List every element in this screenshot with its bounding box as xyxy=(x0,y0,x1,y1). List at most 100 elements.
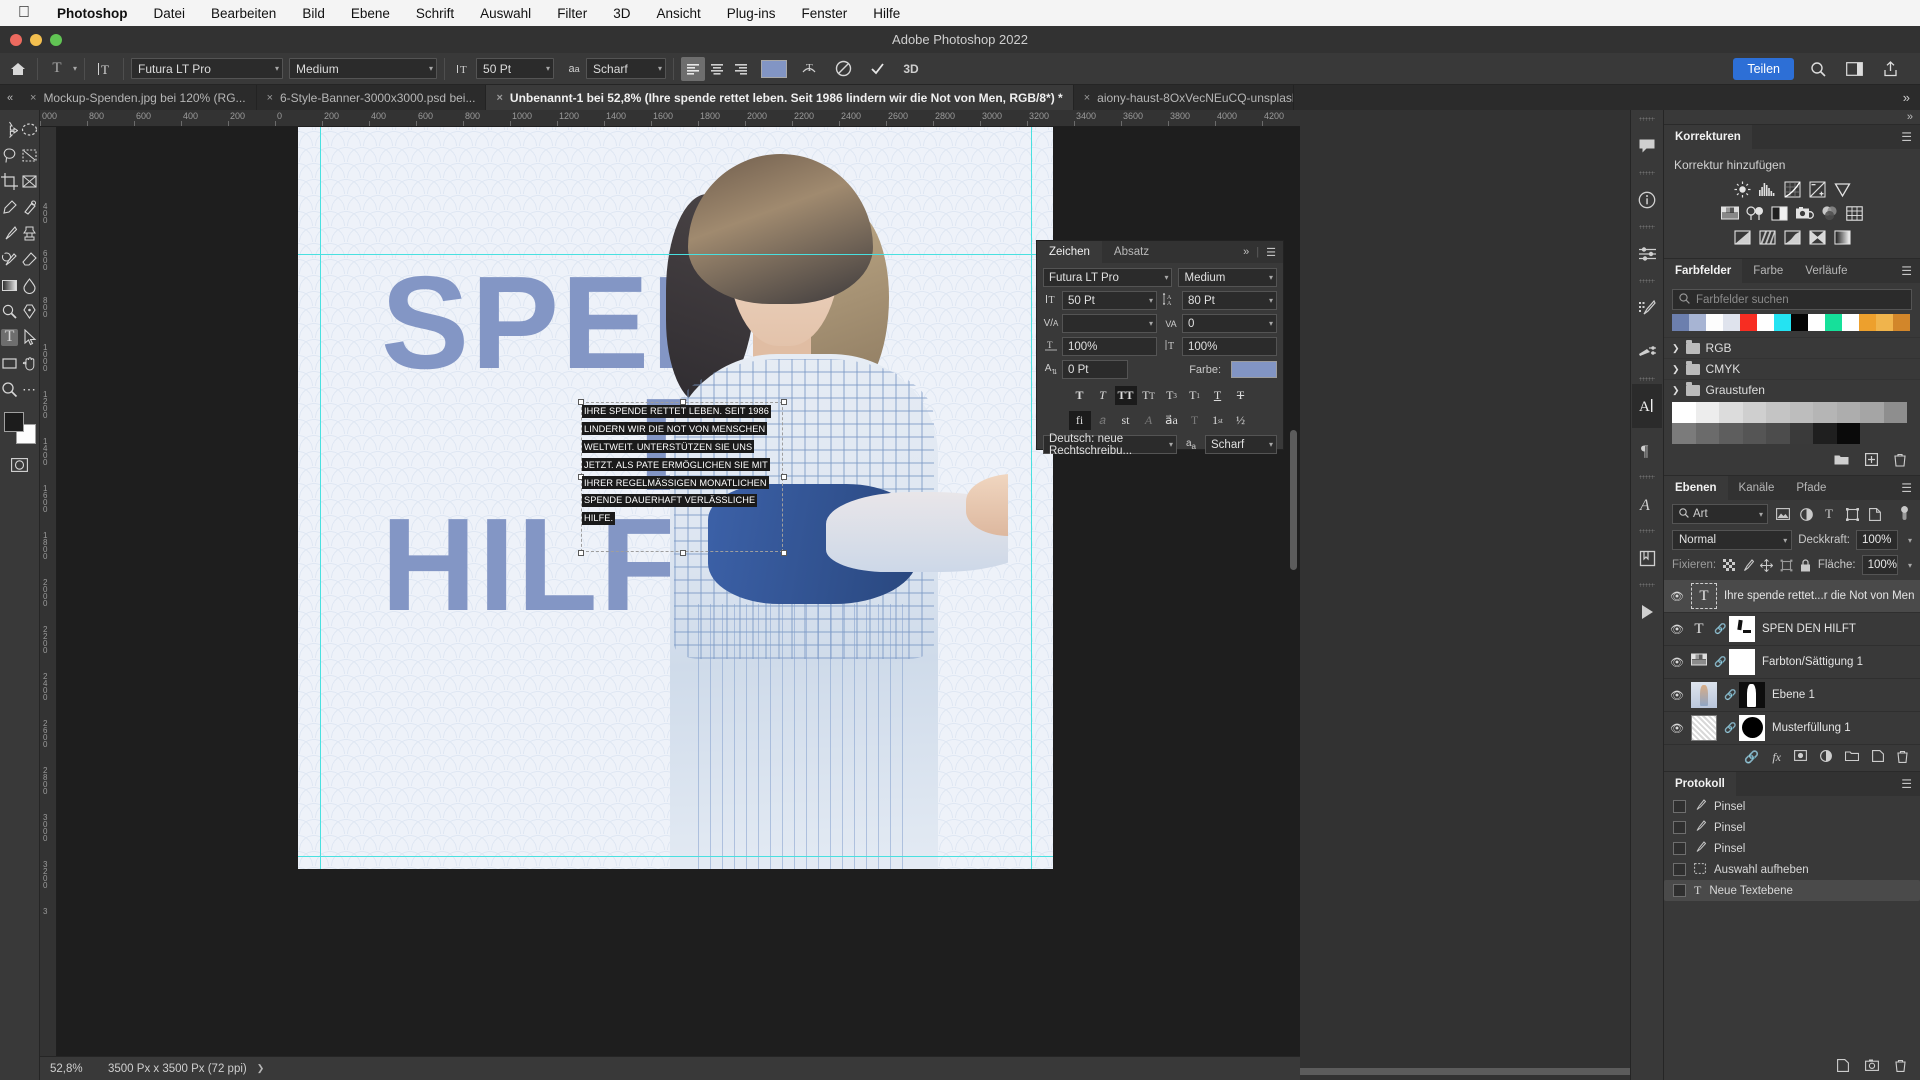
delete-layer-icon[interactable] xyxy=(1897,750,1908,766)
close-icon[interactable]: × xyxy=(1084,92,1090,104)
history-snapshot-box[interactable] xyxy=(1673,821,1686,834)
rail-grip[interactable] xyxy=(1639,377,1655,381)
eraser-tool[interactable] xyxy=(21,251,38,268)
new-group-icon[interactable] xyxy=(1844,750,1860,766)
menu-3d[interactable]: 3D xyxy=(600,6,643,21)
blur-tool[interactable] xyxy=(21,277,38,294)
char-color-swatch[interactable] xyxy=(1231,361,1277,378)
lock-image-icon[interactable] xyxy=(1741,557,1755,573)
document-tab-0[interactable]: × Mockup-Spenden.jpg bei 120% (RG... xyxy=(20,85,257,110)
comments-icon[interactable] xyxy=(1632,124,1662,168)
guide-horizontal-mid[interactable] xyxy=(298,254,1053,255)
align-right-icon[interactable] xyxy=(729,57,753,81)
layer-thumbnail-image[interactable] xyxy=(1691,682,1717,708)
char-tracking-select[interactable]: 0 ▾ xyxy=(1182,314,1277,333)
guide-vertical-right[interactable] xyxy=(1031,127,1032,869)
menu-auswahl[interactable]: Auswahl xyxy=(467,6,544,21)
align-center-icon[interactable] xyxy=(705,57,729,81)
history-snapshot-box[interactable] xyxy=(1673,884,1686,897)
char-font-style-select[interactable]: Medium ▾ xyxy=(1178,268,1277,287)
warp-text-icon[interactable]: T xyxy=(797,57,821,81)
tab-kanaele[interactable]: Kanäle xyxy=(1728,476,1786,500)
rail-grip[interactable] xyxy=(1639,279,1655,283)
dock-collapse-icon[interactable]: » xyxy=(1664,110,1920,124)
layer-mask-icon[interactable] xyxy=(1794,750,1807,766)
frame-tool[interactable] xyxy=(21,173,38,190)
panel-menu-icon[interactable]: ☰ xyxy=(1901,481,1920,495)
font-style-select[interactable]: Medium ▾ xyxy=(289,58,438,79)
apple-icon[interactable]:  xyxy=(10,5,44,21)
document-tab-2[interactable]: × Unbenannt-1 bei 52,8% (Ihre spende ret… xyxy=(486,85,1074,110)
color-swatch[interactable] xyxy=(1740,314,1757,331)
layer-style-icon[interactable]: fx xyxy=(1772,750,1781,766)
posterize-icon[interactable] xyxy=(1758,228,1776,246)
commit-icon[interactable] xyxy=(865,57,889,81)
swatch-group-cmyk[interactable]: ❯ CMYK xyxy=(1664,358,1920,379)
selected-text-line[interactable]: HILFE. xyxy=(582,511,616,525)
color-swatch[interactable] xyxy=(1774,314,1791,331)
menu-bearbeiten[interactable]: Bearbeiten xyxy=(198,6,289,21)
status-arrow-icon[interactable]: ❯ xyxy=(257,1063,265,1074)
gradient-tool[interactable] xyxy=(1,277,18,294)
vibrance-icon[interactable] xyxy=(1833,180,1851,198)
char-font-size-select[interactable]: 50 Pt ▾ xyxy=(1062,291,1157,310)
list-item[interactable]: Pinsel xyxy=(1664,796,1920,817)
faux-bold-button[interactable]: T xyxy=(1069,386,1091,405)
close-icon[interactable]: × xyxy=(267,92,273,104)
new-swatch-icon[interactable] xyxy=(1865,453,1879,470)
color-swatch[interactable] xyxy=(1723,314,1740,331)
filter-type-icon[interactable]: T xyxy=(1821,506,1837,522)
grayscale-swatch[interactable] xyxy=(1742,402,1766,423)
share-button[interactable]: Teilen xyxy=(1733,57,1794,80)
swatch-group-graustufen[interactable]: ❯ Graustufen xyxy=(1664,379,1920,400)
color-balance-icon[interactable] xyxy=(1745,204,1764,222)
font-family-select[interactable]: Futura LT Pro ▾ xyxy=(131,58,284,79)
collapse-left-icon[interactable]: « xyxy=(0,85,20,110)
guide-horizontal-bottom[interactable] xyxy=(298,856,1053,857)
color-swatch[interactable] xyxy=(1893,314,1910,331)
grayscale-swatch[interactable] xyxy=(1813,423,1837,444)
selected-text-lines[interactable]: IHRE SPENDE RETTET LEBEN. SEIT 1986 LINDE… xyxy=(582,403,788,528)
layer-name[interactable]: Ihre spende rettet...r die Not von Men xyxy=(1724,590,1914,602)
levels-icon[interactable] xyxy=(1758,180,1776,198)
menu-ansicht[interactable]: Ansicht xyxy=(643,6,713,21)
grayscale-swatch[interactable] xyxy=(1766,423,1790,444)
selected-text-line[interactable]: LINDERN WIR DIE NOT VON MENSCHEN xyxy=(582,422,768,436)
text-orientation-icon[interactable]: T xyxy=(92,57,116,81)
list-item[interactable]: Pinsel xyxy=(1664,838,1920,859)
vertical-scrollbar[interactable] xyxy=(1290,430,1297,570)
color-swatch[interactable] xyxy=(1706,314,1723,331)
font-size-select[interactable]: 50 Pt ▾ xyxy=(476,58,555,79)
chevron-down-icon[interactable]: ▾ xyxy=(1904,561,1912,570)
list-item[interactable]: Auswahl aufheben xyxy=(1664,859,1920,880)
path-select-tool[interactable] xyxy=(21,328,38,346)
tab-protokoll[interactable]: Protokoll xyxy=(1664,772,1736,796)
filter-image-icon[interactable] xyxy=(1775,506,1791,522)
table-row[interactable]: 👁 🔗 Ebene 1 xyxy=(1664,679,1920,712)
tab-verlaeufe[interactable]: Verläufe xyxy=(1794,259,1858,283)
adjustment-layer-icon[interactable] xyxy=(1820,750,1832,766)
selected-text-line[interactable]: JETZT. ALS PATE ERMÖGLICHEN SIE MIT xyxy=(582,458,770,472)
lock-artboard-icon[interactable] xyxy=(1780,557,1793,573)
titling-alternates-button[interactable]: a⃗a xyxy=(1161,411,1183,430)
fractions-button[interactable]: ½ xyxy=(1230,411,1252,430)
crop-tool[interactable] xyxy=(1,172,18,190)
exposure-icon[interactable] xyxy=(1808,180,1826,198)
char-vscale-value[interactable]: 100% xyxy=(1182,337,1277,356)
paragraph-panel-icon[interactable]: ¶ xyxy=(1632,428,1662,472)
zoom-level[interactable]: 52,8% xyxy=(50,1063,98,1075)
layer-name[interactable]: Ebene 1 xyxy=(1772,689,1815,701)
table-row[interactable]: 👁 🔗 Farbton/Sättigung 1 xyxy=(1664,646,1920,679)
actions-play-icon[interactable] xyxy=(1632,590,1662,634)
all-caps-button[interactable]: TT xyxy=(1114,386,1137,405)
grayscale-swatch[interactable] xyxy=(1672,402,1696,423)
document-tab-3[interactable]: × aiony-haust-8OxVecNEuCQ-unsplash. xyxy=(1073,85,1294,110)
char-leading-select[interactable]: 80 Pt ▾ xyxy=(1182,291,1277,310)
underline-button[interactable]: T xyxy=(1207,386,1229,405)
layer-name[interactable]: Farbton/Sättigung 1 xyxy=(1762,656,1863,668)
grayscale-swatch[interactable] xyxy=(1672,423,1696,444)
grayscale-swatch[interactable] xyxy=(1695,402,1719,423)
photo-filter-icon[interactable] xyxy=(1795,204,1814,222)
menu-filter[interactable]: Filter xyxy=(544,6,600,21)
character-panel[interactable]: Zeichen Absatz » | ☰ Futura LT Pro ▾ Med… xyxy=(1036,240,1284,457)
